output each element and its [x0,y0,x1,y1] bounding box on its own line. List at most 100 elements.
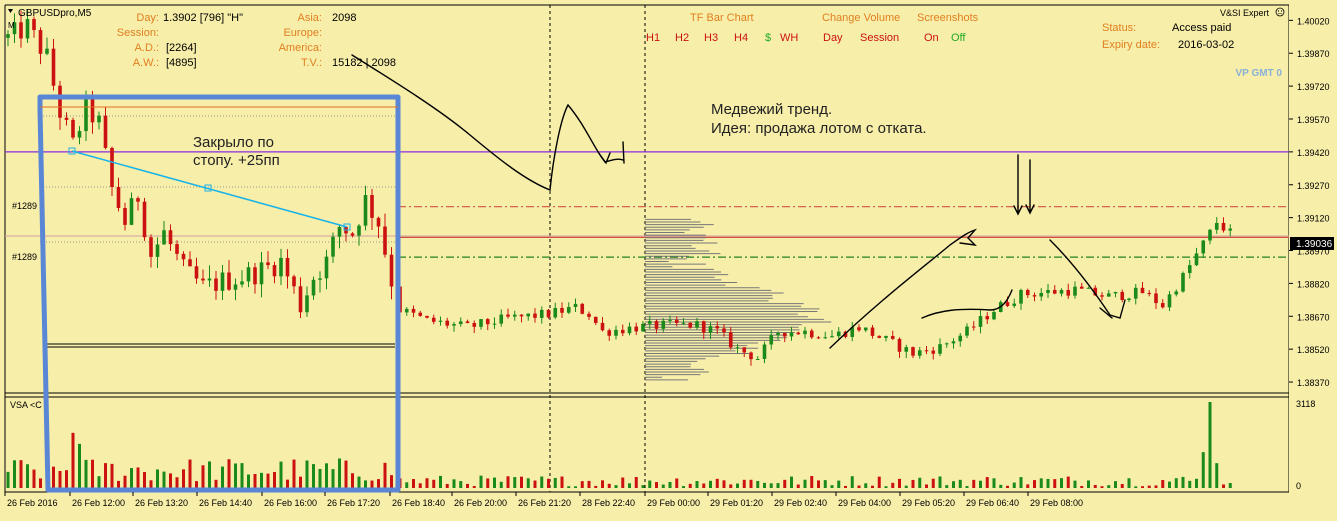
volume-bar [1012,482,1016,488]
candle-body [904,347,909,352]
price-tick-label: 1.39270 [1297,181,1330,191]
tf-button-h2[interactable]: H2 [675,32,689,44]
volume-bar [736,483,739,488]
volume-bar [247,474,250,488]
candle-body [587,313,591,317]
candle-body [97,115,101,123]
price-axis[interactable]: 1.40020 1.39870 1.39720 1.39570 1.39420 1.392… [1289,0,1337,516]
candle-body [519,314,524,317]
candle-body [84,96,88,132]
candle-body [1194,253,1199,266]
candle-body [917,350,922,356]
candle-body [506,314,510,317]
volume-bar [39,478,42,488]
candle-body [376,217,381,227]
volume-bar [1168,481,1171,488]
time-tick-label: 26 Feb 20:00 [454,498,507,508]
volume-bar [175,477,179,488]
volume-bar [1181,476,1185,488]
volume-bar [749,479,753,488]
candle-body [1120,291,1125,300]
tf-button-h4[interactable]: H4 [734,32,748,44]
volume-bar [742,479,746,488]
candle-body [755,358,760,360]
candle-body [458,321,463,325]
volume-bar [668,481,672,488]
candle-body [634,326,639,332]
volume-bar [1080,485,1084,488]
candle-body [1201,240,1206,254]
candle-body [116,186,121,208]
info-aw-value: [4895] [166,57,197,69]
candle-body [438,320,443,322]
time-tick-label: 26 Feb 14:40 [199,498,252,508]
candle-body [647,320,652,324]
candle-body [708,326,713,333]
volume-bar [1120,484,1124,488]
volume-session-button[interactable]: Session [860,32,899,44]
candle-body [324,256,329,279]
expiry-value: 2016-03-02 [1178,39,1234,51]
time-tick-label: 29 Feb 08:00 [1030,498,1083,508]
volume-bar [553,477,557,488]
volume-bar [1107,485,1111,488]
volume-bar [513,477,517,488]
volume-bar [601,480,604,488]
volume-bar [803,479,807,488]
screenshots-off-button[interactable]: Off [951,32,966,44]
price-tick-label: 1.38370 [1297,378,1330,388]
candle-body [1113,291,1118,294]
volume-bar [1006,485,1009,488]
volume-bar [540,476,544,488]
tf-button-h3[interactable]: H3 [704,32,718,44]
candle-body [722,328,726,333]
volume-bar [661,484,665,488]
candle-body [1106,293,1111,297]
candle-body [546,309,551,318]
candle-body [1079,286,1084,289]
price-tick-label: 1.38520 [1297,345,1330,355]
volume-bar [104,463,107,488]
volume-bar [1188,480,1192,488]
volume-bar [318,468,322,488]
volume-bar [1093,485,1097,488]
status-value: Access paid [1172,22,1231,34]
volume-bar [547,478,550,488]
volume-bar [344,460,348,488]
volume-bar [486,478,490,488]
info-america-label: America: [279,42,322,54]
candle-body [492,323,497,325]
right-note-line1: Медвежий тренд. [711,101,832,118]
candle-body [357,225,361,236]
timeframe-indicator: M [8,21,15,30]
volume-bar [1161,480,1165,488]
candle-body [19,22,23,39]
info-europe-label: Europe: [283,27,322,39]
tf-button-dollar[interactable]: $ [765,32,771,44]
candle-body [965,326,969,336]
tf-bar-chart-title: TF Bar Chart [690,12,754,24]
candle-body [654,320,659,329]
screenshots-on-button[interactable]: On [924,32,939,44]
volume-bar [214,479,218,488]
candle-body [370,195,374,218]
candle-body [580,303,585,314]
candle-body [1019,289,1023,304]
candle-body [1059,289,1064,294]
candle-body [1046,289,1050,293]
candle-body [762,344,767,359]
time-tick-label: 29 Feb 06:40 [966,498,1019,508]
candle-body [411,308,416,313]
volume-day-button[interactable]: Day [823,32,843,44]
chart-canvas[interactable]: #1289 #1289 GBPUSDpro,M5 M Day: 1.3902 [… [0,0,1337,516]
tf-button-wh[interactable]: WH [780,32,798,44]
candle-body [1208,229,1212,241]
candle-body [830,336,834,338]
candle-body [240,281,244,285]
volume-bar [331,469,335,488]
volume-bar [850,476,854,488]
candle-body [985,316,990,320]
volume-bar [405,482,409,488]
tf-button-h1[interactable]: H1 [646,32,660,44]
candle-body [816,337,821,339]
